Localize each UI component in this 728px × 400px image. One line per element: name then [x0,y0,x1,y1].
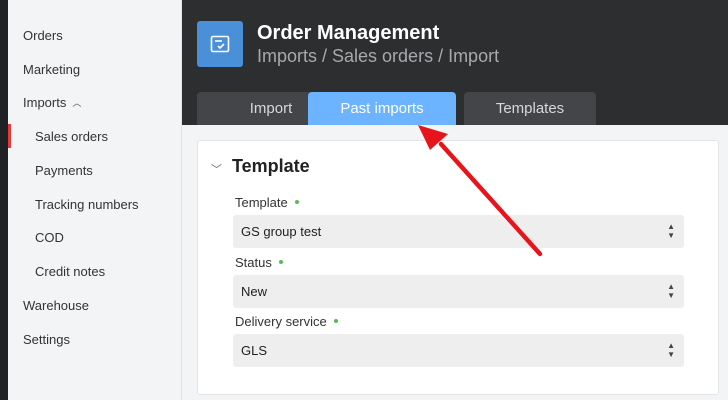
select-arrows-icon: ▲ ▼ [667,341,675,359]
sidebar-item-orders[interactable]: Orders [23,28,63,44]
field-label-text: Delivery service [235,314,327,329]
page-title: Order Management [257,22,440,44]
select-value: GLS [241,343,268,358]
status-select[interactable]: New ▲ ▼ [233,275,684,308]
chevron-up-icon: ︿ [72,98,82,108]
tab-templates[interactable]: Templates [464,92,596,125]
template-label: Template [235,195,299,210]
sidebar-item-settings[interactable]: Settings [23,332,70,348]
breadcrumb: Imports / Sales orders / Import [257,46,500,66]
page-header: Order Management Imports / Sales orders … [182,0,728,125]
sidebar-item-sales-orders[interactable]: Sales orders [35,129,108,145]
field-label-text: Template [235,195,288,210]
select-value: GS group test [241,224,322,239]
template-select[interactable]: GS group test ▲ ▼ [233,215,684,248]
window-edge [0,0,8,400]
tab-past-imports[interactable]: Past imports [308,92,456,125]
required-indicator [278,260,283,264]
sidebar-item-warehouse[interactable]: Warehouse [23,298,89,314]
required-indicator [294,200,299,204]
sidebar-item-credit-notes[interactable]: Credit notes [35,264,105,280]
section-title: Template [232,156,310,176]
template-card: ﹀ Template Template GS group test ▲ ▼ Sta… [197,140,719,395]
sidebar-item-imports[interactable]: Imports ︿ [23,95,81,111]
sidebar-item-marketing[interactable]: Marketing [23,62,80,78]
field-label-text: Status [235,255,272,270]
status-label: Status [235,255,283,270]
chevron-down-icon[interactable]: ﹀ [211,161,222,177]
sidebar-item-label: Imports [23,95,67,110]
document-check-icon [197,21,243,67]
sidebar-item-payments[interactable]: Payments [35,163,93,179]
select-value: New [241,284,268,299]
sidebar-item-cod[interactable]: COD [35,230,64,246]
sidebar: Orders Marketing Imports ︿ Sales orders P… [8,0,182,400]
active-indicator [8,124,11,148]
delivery-service-label: Delivery service [235,314,338,329]
required-indicator [333,319,338,323]
delivery-service-select[interactable]: GLS ▲ ▼ [233,334,684,367]
select-arrows-icon: ▲ ▼ [667,222,675,240]
sidebar-item-tracking-numbers[interactable]: Tracking numbers [35,197,139,213]
select-arrows-icon: ▲ ▼ [667,282,675,300]
